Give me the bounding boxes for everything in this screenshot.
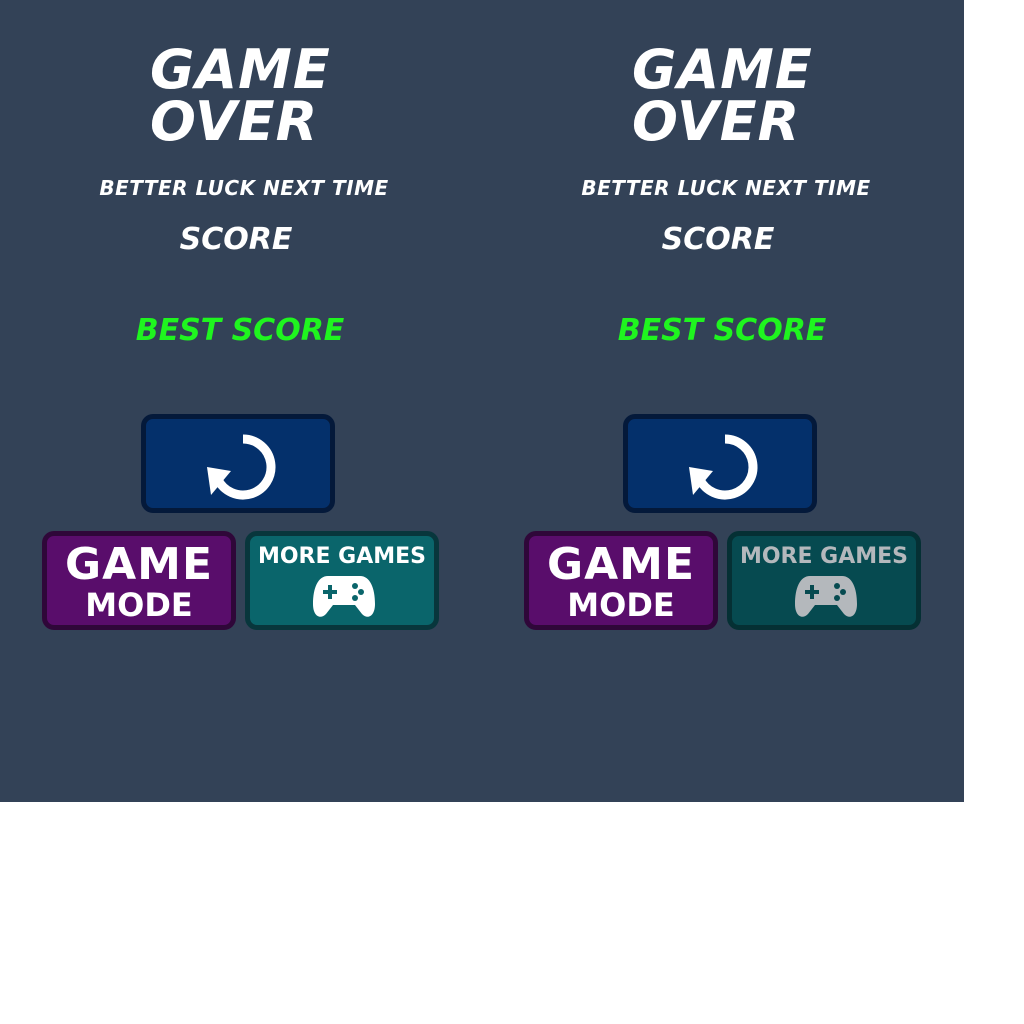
restart-button[interactable] [141, 414, 335, 513]
more-games-button-pressed[interactable]: MORE GAMES [727, 531, 921, 630]
title-line-1: GAME [632, 38, 813, 101]
game-mode-line-1: GAME [546, 539, 695, 590]
subtitle: BETTER LUCK NEXT TIME [99, 176, 389, 200]
more-games-button[interactable]: MORE GAMES [245, 531, 439, 630]
restart-icon [689, 434, 758, 500]
game-mode-line-2: MODE [567, 586, 675, 624]
game-mode-line-2: MODE [85, 586, 193, 624]
title-line-2: OVER [632, 90, 801, 153]
subtitle: BETTER LUCK NEXT TIME [581, 176, 871, 200]
game-over-canvas: GAME OVER BETTER LUCK NEXT TIME SCORE BE… [0, 0, 964, 802]
game-over-title: GAME OVER [150, 38, 350, 153]
game-over-screen: GAME OVER BETTER LUCK NEXT TIME SCORE BE… [0, 0, 482, 802]
restart-icon [207, 434, 276, 500]
restart-button[interactable] [623, 414, 817, 513]
more-games-label: MORE GAMES [739, 544, 909, 569]
more-games-label: MORE GAMES [257, 544, 427, 569]
best-score-label: BEST SCORE [135, 313, 345, 348]
best-score-label: BEST SCORE [617, 313, 827, 348]
title-line-2: OVER [150, 90, 319, 153]
game-over-screen-pressed: GAME OVER BETTER LUCK NEXT TIME SCORE BE… [482, 0, 964, 802]
game-mode-label: GAME MODE [47, 539, 231, 624]
game-mode-button[interactable]: GAME MODE [42, 531, 236, 630]
score-label: SCORE [661, 222, 775, 257]
gamepad-icon [795, 576, 857, 617]
game-mode-label: GAME MODE [529, 539, 713, 624]
title-line-1: GAME [150, 38, 331, 101]
game-mode-line-1: GAME [64, 539, 213, 590]
gamepad-icon [313, 576, 375, 617]
score-label: SCORE [179, 222, 293, 257]
game-mode-button[interactable]: GAME MODE [524, 531, 718, 630]
game-over-title: GAME OVER [632, 38, 832, 153]
